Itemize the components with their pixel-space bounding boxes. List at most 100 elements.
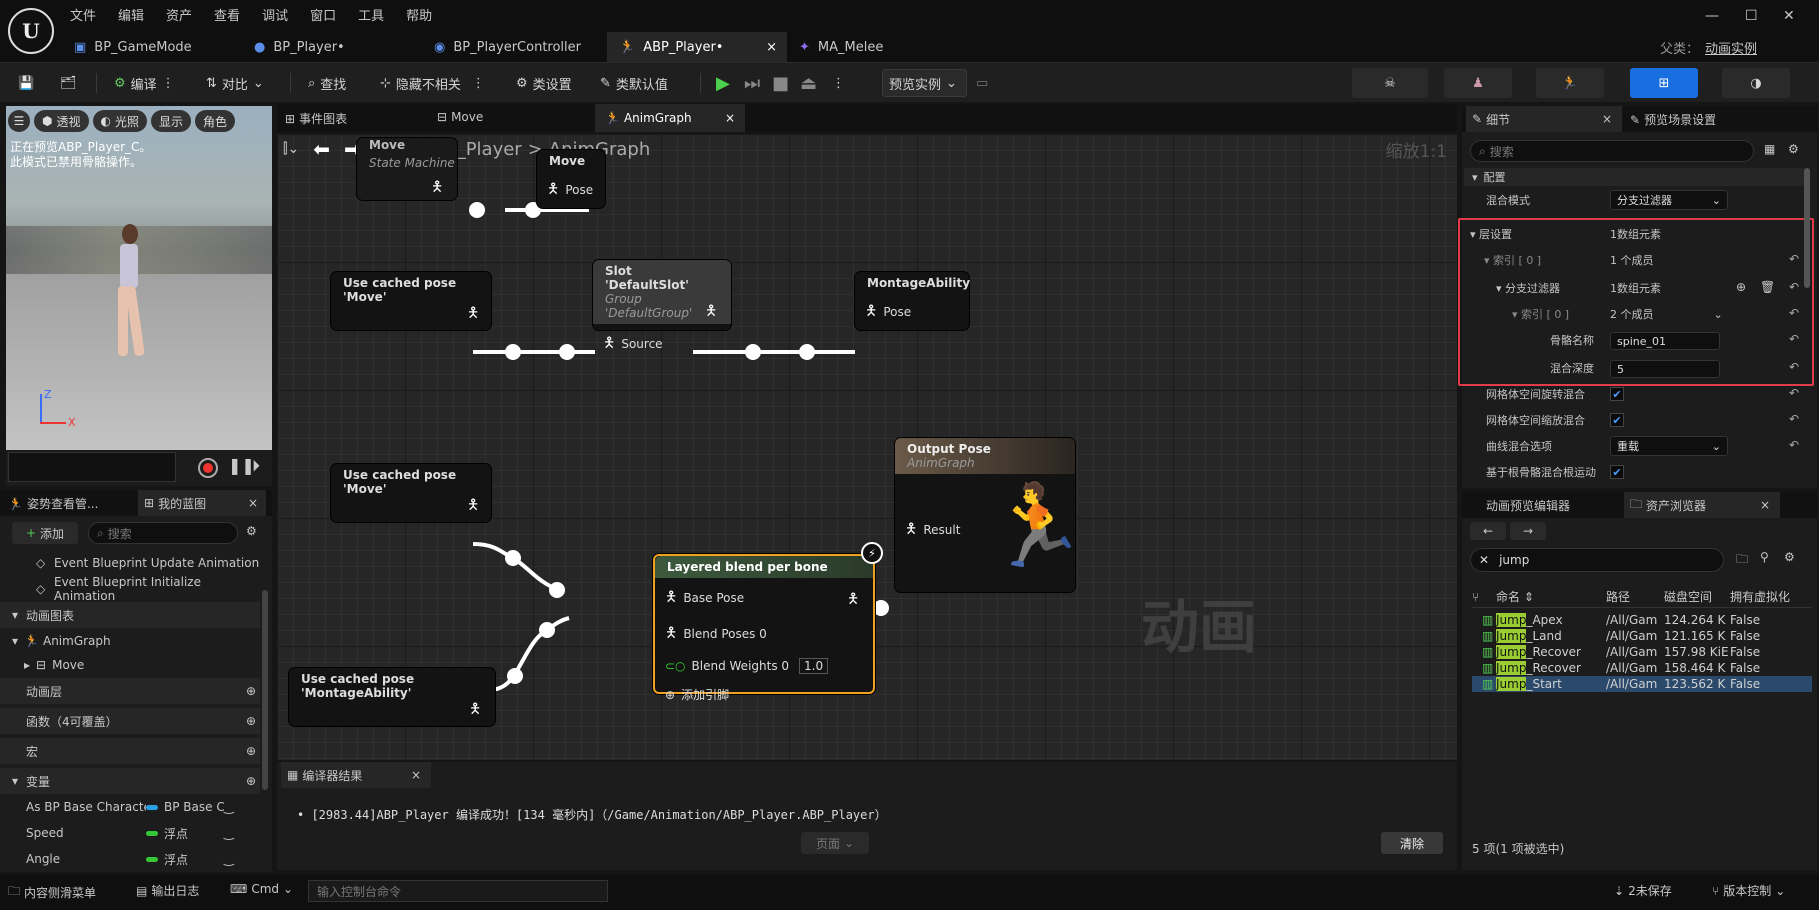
- close-tab-icon[interactable]: ×: [1760, 498, 1770, 512]
- col-path[interactable]: 路径: [1606, 588, 1664, 605]
- tree-animgraph[interactable]: ▾ 🏃 AnimGraph: [0, 628, 260, 654]
- pose-pin-icon[interactable]: 🯅: [469, 698, 481, 722]
- step-forward-button[interactable]: ⏵: [252, 456, 260, 476]
- console-input[interactable]: 输入控制台命令: [308, 880, 608, 902]
- asset-row[interactable]: ▥ Jump_Apex/All/Gam 124.264 K False: [1472, 612, 1812, 628]
- hide-unrelated-button[interactable]: ⊹ 隐藏不相关 ⋮: [380, 71, 485, 95]
- save-button[interactable]: 💾: [18, 71, 34, 95]
- tab-details[interactable]: ✎ 细节 ×: [1466, 106, 1622, 132]
- cmd-dropdown[interactable]: ⌨ Cmd ⌄: [230, 882, 293, 896]
- output-pose-node[interactable]: Output Pose AnimGraph 🯅 Result 🏃: [895, 438, 1087, 592]
- add-circle-icon[interactable]: ⊕: [246, 714, 256, 728]
- variable-row[interactable]: Angle 浮点 ‿: [0, 846, 260, 872]
- anim-graph-canvas[interactable]: ⫿⌄ ⬅ ➡ 🏃 ABP_Player > AnimGraph 缩放1:1 Mo…: [277, 134, 1457, 760]
- prop-branch-filters[interactable]: ▾ 分支过滤器 1数组元素: [1462, 276, 1802, 300]
- tab-asset-browser[interactable]: 🗀 资产浏览器 ×: [1624, 492, 1780, 518]
- blend-mode-dropdown[interactable]: 分支过滤器 ⌄: [1610, 190, 1728, 210]
- eject-button[interactable]: ⏏: [800, 71, 817, 95]
- character-button[interactable]: 角色: [195, 110, 236, 132]
- skeleton-mode-button[interactable]: ☠: [1352, 68, 1428, 98]
- source-control-button[interactable]: ⑂ 版本控制 ⌄: [1712, 882, 1785, 899]
- compile-button[interactable]: ⚙ 编译 ⋮: [114, 71, 175, 95]
- step-button[interactable]: ⏭: [744, 71, 760, 95]
- asset-row[interactable]: ▥ Jump_Recover/All/Gam 157.98 KiE False: [1472, 644, 1812, 660]
- stop-button[interactable]: ■: [772, 71, 789, 95]
- parent-class-link[interactable]: 动画实例: [1705, 38, 1757, 57]
- show-button[interactable]: 显示: [151, 110, 192, 132]
- gear-icon[interactable]: ⚙: [1784, 550, 1795, 564]
- pose-pin-icon[interactable]: 🯅: [467, 302, 479, 326]
- tab-my-blueprint[interactable]: ⊞ 我的蓝图 ×: [138, 490, 266, 516]
- gear-icon[interactable]: ⚙: [246, 524, 257, 538]
- blend-depth-input[interactable]: 5: [1610, 360, 1720, 378]
- cached-pose-montage-node[interactable]: Use cached pose 'MontageAbility' 🯅: [289, 668, 495, 726]
- state-machine-node[interactable]: Move State Machine 🯅: [357, 138, 457, 200]
- gear-icon[interactable]: ⚙: [1788, 142, 1799, 156]
- pose-pin-icon[interactable]: 🯅: [431, 176, 443, 200]
- event-update-animation[interactable]: ◇ Event Blueprint Update Animation: [0, 550, 260, 576]
- asset-row[interactable]: ▥ Jump_Land/All/Gam 121.165 K False: [1472, 628, 1812, 644]
- menu-icon[interactable]: ☰: [8, 110, 30, 132]
- menu-view[interactable]: 查看: [214, 5, 240, 24]
- class-settings-button[interactable]: ⚙ 类设置: [516, 71, 572, 95]
- menu-asset[interactable]: 资产: [166, 5, 192, 24]
- browse-button[interactable]: 🗂: [60, 71, 77, 95]
- cached-pose-move-node[interactable]: Use cached pose 'Move' 🯅: [331, 272, 491, 330]
- visibility-icon[interactable]: ‿: [224, 852, 234, 866]
- clear-button[interactable]: 清除: [1381, 832, 1443, 854]
- pose-out-pin-icon[interactable]: 🯅: [847, 588, 859, 612]
- play-button[interactable]: ▶: [716, 71, 730, 95]
- pause-button[interactable]: ❚❚: [228, 456, 255, 475]
- blend-weight-input[interactable]: 1.0: [799, 658, 829, 674]
- minimize-button[interactable]: —: [1705, 8, 1719, 24]
- preview-viewport[interactable]: ☰ ⬢ 透视 ◐ 光照 显示 角色 正在预览ABP_Player_C。 此模式已禁用…: [6, 106, 272, 450]
- mesh-mode-button[interactable]: ♟: [1444, 68, 1512, 98]
- class-defaults-button[interactable]: ✎ 类默认值: [600, 71, 668, 95]
- menu-help[interactable]: 帮助: [406, 5, 432, 24]
- mesh-rotation-checkbox[interactable]: ✔: [1610, 387, 1624, 401]
- details-search-input[interactable]: ⌕ 搜索: [1470, 140, 1754, 162]
- content-drawer-button[interactable]: 🗀 内容侧滑菜单: [8, 882, 96, 903]
- lit-button[interactable]: ◐ 光照: [92, 110, 147, 132]
- reset-arrow-icon[interactable]: ↶: [1789, 360, 1799, 374]
- section-macros[interactable]: 宏 ⊕: [0, 738, 260, 764]
- section-anim-graphs[interactable]: ▾ 动画图表: [0, 602, 260, 628]
- section-variables[interactable]: ▾ 变量 ⊕: [0, 768, 260, 794]
- menu-window[interactable]: 窗口: [310, 5, 336, 24]
- menu-file[interactable]: 文件: [70, 5, 96, 24]
- float-pin-icon[interactable]: ⊂○: [665, 659, 686, 673]
- maximize-button[interactable]: ☐: [1745, 8, 1758, 24]
- prop-index-0[interactable]: ▾ 索引 [ 0 ] 1 个成员: [1462, 248, 1802, 272]
- section-anim-layers[interactable]: 动画层 ⊕: [0, 678, 260, 704]
- more-icon[interactable]: ⋮: [162, 76, 175, 91]
- output-log-button[interactable]: ▤ 输出日志: [136, 882, 199, 899]
- add-circle-icon[interactable]: ⊕: [246, 744, 256, 758]
- more-options-button[interactable]: ⋮: [832, 71, 845, 95]
- add-element-icon[interactable]: ⊕: [1736, 280, 1746, 294]
- more-icon[interactable]: ⋮: [472, 76, 485, 91]
- bone-name-input[interactable]: spine_01: [1610, 332, 1720, 350]
- pose-pin-icon[interactable]: 🯅: [665, 622, 677, 646]
- col-name[interactable]: 命名 ⇕: [1496, 588, 1606, 605]
- perspective-button[interactable]: ⬢ 透视: [34, 110, 89, 132]
- section-functions[interactable]: 函数（4可覆盖） ⊕: [0, 708, 260, 734]
- pose-pin-icon[interactable]: 🯅: [665, 586, 677, 610]
- root-motion-checkbox[interactable]: ✔: [1610, 465, 1624, 479]
- tab-bp-playercontroller[interactable]: ◉ BP_PlayerController: [422, 32, 607, 62]
- reset-arrow-icon[interactable]: ↶: [1789, 252, 1799, 266]
- slot-node[interactable]: Slot 'DefaultSlot' Group 'DefaultGroup' …: [593, 260, 731, 351]
- pose-out-pin-icon[interactable]: 🯅: [705, 300, 717, 324]
- col-virtualized[interactable]: 拥有虚拟化: [1730, 588, 1810, 605]
- blueprint-mode-button[interactable]: ⊞: [1630, 68, 1698, 98]
- pose-pin-icon[interactable]: 🯅: [467, 494, 479, 518]
- tree-move[interactable]: ▸ ⊟ Move: [0, 652, 260, 678]
- col-size[interactable]: 磁盘空间: [1664, 588, 1730, 605]
- reset-arrow-icon[interactable]: ↶: [1789, 280, 1799, 294]
- prop-layer-setup[interactable]: ▾ 层设置 1数组元素: [1462, 222, 1802, 246]
- pose-pin-icon[interactable]: 🯅: [603, 332, 615, 356]
- tab-abp-player[interactable]: 🏃 ABP_Player• ×: [607, 32, 787, 62]
- reset-arrow-icon[interactable]: ↶: [1789, 306, 1799, 320]
- curve-blend-dropdown[interactable]: 重载 ⌄: [1610, 436, 1728, 456]
- debug-filter-button[interactable]: ▭: [976, 71, 988, 95]
- variable-row[interactable]: As BP Base Characte BP Base C ‿: [0, 794, 260, 820]
